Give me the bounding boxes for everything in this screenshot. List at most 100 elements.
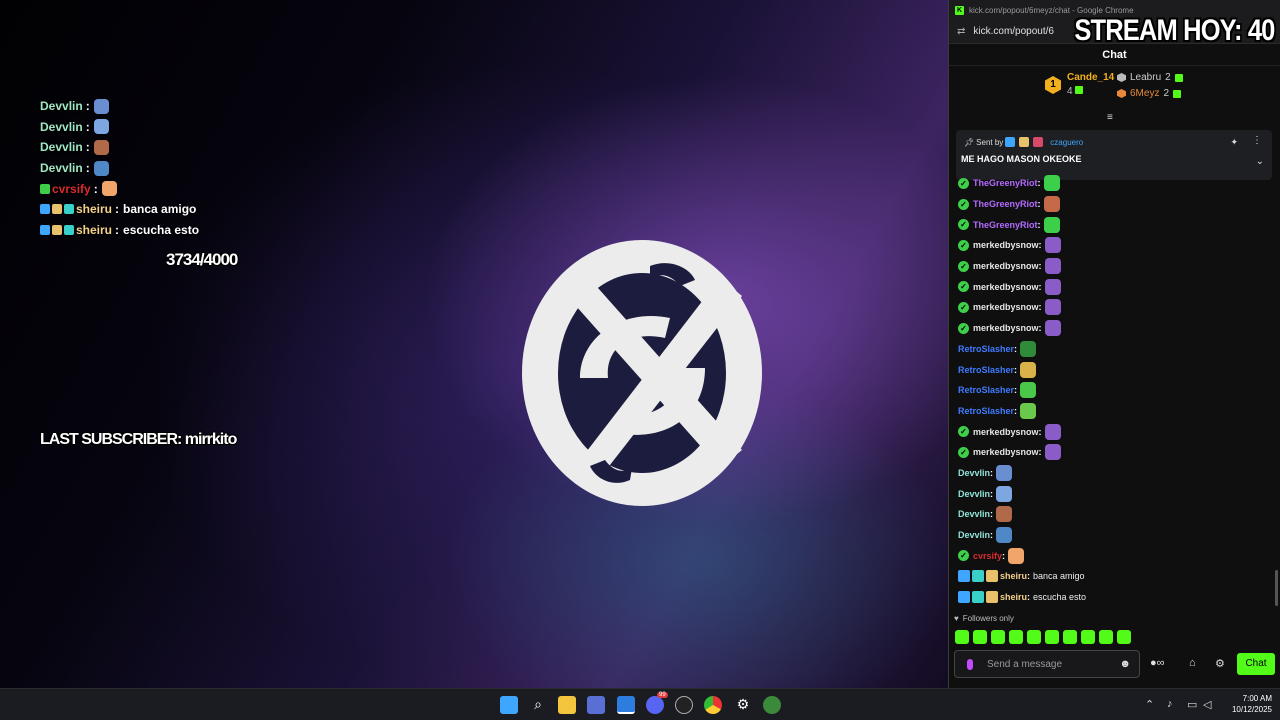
verified-icon: ✓ [958, 198, 969, 210]
file-explorer-icon[interactable] [558, 696, 576, 714]
separator: : [990, 488, 994, 499]
chat-username[interactable]: merkedbysnow [973, 447, 1039, 457]
chat-message[interactable]: sheiru: escucha esto [958, 587, 1268, 608]
chat-message[interactable]: Devvlin: [958, 525, 1268, 546]
chat-username[interactable]: merkedbysnow [973, 261, 1039, 271]
chrome-icon[interactable] [704, 696, 722, 714]
quick-emote[interactable] [1117, 630, 1131, 644]
system-clock[interactable]: 7:00 AM 10/12/2025 [1232, 693, 1272, 715]
chat-username[interactable]: RetroSlasher [958, 406, 1014, 416]
app-icon[interactable] [617, 696, 635, 714]
user-badge [52, 224, 62, 235]
chat-message[interactable]: ✓ merkedbysnow: [958, 421, 1268, 442]
chat-username[interactable]: RetroSlasher [958, 365, 1014, 375]
chat-message[interactable]: ✓ merkedbysnow: [958, 318, 1268, 339]
emoji-icon[interactable]: ☻ [1119, 658, 1131, 670]
scroll-to-bottom-icon[interactable]: ≡ [1107, 112, 1113, 123]
emote [101, 181, 117, 197]
chat-username[interactable]: Devvlin [958, 468, 990, 478]
chevron-up-icon[interactable]: ⌃ [1145, 698, 1154, 711]
send-chat-button[interactable]: Chat [1237, 653, 1275, 675]
quick-emote[interactable] [1009, 630, 1023, 644]
quick-emote[interactable] [973, 630, 987, 644]
chat-username[interactable]: Devvlin [958, 530, 990, 540]
separator: : [990, 530, 994, 541]
chat-username[interactable]: merkedbysnow [973, 323, 1039, 333]
overlay-chat-line: Devvlin: [40, 117, 199, 138]
chat-username[interactable]: merkedbysnow [973, 302, 1039, 312]
chat-message[interactable]: ✓ merkedbysnow: [958, 256, 1268, 277]
chat-username[interactable]: RetroSlasher [958, 344, 1014, 354]
leader-2[interactable]: Leabru 2 [1117, 72, 1183, 83]
chat-message[interactable]: ✓ merkedbysnow: [958, 235, 1268, 256]
microphone-icon[interactable]: ♪ [1167, 698, 1173, 710]
quick-emote[interactable] [1063, 630, 1077, 644]
emote [1044, 299, 1061, 316]
settings-icon[interactable]: ⚙ [734, 696, 752, 714]
separator: : [990, 509, 994, 520]
chevron-down-icon[interactable]: ⌄ [1256, 156, 1264, 167]
more-options-icon[interactable]: ⋮ [1252, 135, 1262, 146]
chat-message[interactable]: sheiru: banca amigo [958, 566, 1268, 587]
store-app-icon[interactable] [587, 696, 605, 714]
quick-emote[interactable] [1027, 630, 1041, 644]
message-input[interactable]: Send a message ☻ [954, 650, 1140, 678]
chat-message[interactable]: ✓ merkedbysnow: [958, 442, 1268, 463]
chat-username[interactable]: merkedbysnow [973, 240, 1039, 250]
chat-username[interactable]: RetroSlasher [958, 385, 1014, 395]
chat-username[interactable]: sheiru [1000, 592, 1027, 602]
leader-1-name[interactable]: Cande_14 [1067, 72, 1114, 83]
chat-message[interactable]: ✓ cvrsify: [958, 545, 1268, 566]
chat-message[interactable]: ✓ merkedbysnow: [958, 276, 1268, 297]
chat-username[interactable]: TheGreenyRiot [973, 178, 1038, 188]
chat-message[interactable]: Devvlin: [958, 504, 1268, 525]
chat-username[interactable]: TheGreenyRiot [973, 220, 1038, 230]
quick-emote[interactable] [1099, 630, 1113, 644]
quick-emote[interactable] [955, 630, 969, 644]
chat-message[interactable]: RetroSlasher: [958, 380, 1268, 401]
url-text[interactable]: kick.com/popout/6 [973, 26, 1054, 37]
chat-message[interactable]: ✓ TheGreenyRiot: [958, 173, 1268, 194]
chat-message[interactable]: RetroSlasher: [958, 339, 1268, 360]
chat-username[interactable]: Devvlin [958, 509, 990, 519]
chat-username[interactable]: merkedbysnow [973, 427, 1039, 437]
chat-message[interactable]: Devvlin: [958, 483, 1268, 504]
leader-3[interactable]: 6Meyz 2 [1117, 88, 1182, 99]
chat-username[interactable]: Devvlin [958, 489, 990, 499]
site-info-icon[interactable]: ⇄ [957, 26, 965, 37]
mic-icon[interactable] [967, 659, 973, 670]
chat-scrollbar[interactable] [1275, 570, 1278, 606]
chat-message[interactable]: ✓ TheGreenyRiot: [958, 214, 1268, 235]
taskbar: ⌕ 99 ⚙ ⌃ ♪ ▭ ◁ 7:00 AM 10/12/2025 [0, 688, 1280, 720]
chat-message[interactable]: ✓ TheGreenyRiot: [958, 194, 1268, 215]
quick-emote[interactable] [991, 630, 1005, 644]
overlay-username: Devvlin [40, 99, 83, 114]
xbox-icon[interactable] [763, 696, 781, 714]
chat-message[interactable]: Devvlin: [958, 463, 1268, 484]
user-badge [958, 570, 970, 583]
search-icon[interactable]: ⌕ [529, 696, 547, 714]
stream-preview: Devvlin: Devvlin: Devvlin: Devvlin: cvrsify:… [0, 0, 948, 688]
pinned-user[interactable]: czaguero [1050, 138, 1083, 147]
kicks-icon[interactable]: ●∞ [1150, 657, 1165, 669]
quick-emote[interactable] [1045, 630, 1059, 644]
quick-emote[interactable] [1081, 630, 1095, 644]
network-icon[interactable]: ▭ [1187, 698, 1197, 711]
gift-icon [1174, 73, 1183, 82]
chat-username[interactable]: cvrsify [973, 551, 1002, 561]
windows-start-icon[interactable] [500, 696, 518, 714]
volume-icon[interactable]: ◁ [1203, 698, 1211, 711]
chat-username[interactable]: merkedbysnow [973, 282, 1039, 292]
discord-badge: 99 [657, 692, 668, 698]
obs-icon[interactable] [675, 696, 693, 714]
chat-message[interactable]: ✓ merkedbysnow: [958, 297, 1268, 318]
gift-icon [1173, 89, 1182, 98]
chat-message[interactable]: RetroSlasher: [958, 401, 1268, 422]
chat-username[interactable]: sheiru [1000, 571, 1027, 581]
store-icon[interactable]: ⌂ [1189, 657, 1196, 669]
chat-message[interactable]: RetroSlasher: [958, 359, 1268, 380]
chat-username[interactable]: TheGreenyRiot [973, 199, 1038, 209]
gear-icon[interactable]: ⚙ [1215, 657, 1225, 670]
unpin-icon[interactable]: ✦ [1230, 137, 1238, 148]
discord-icon[interactable] [646, 696, 664, 714]
